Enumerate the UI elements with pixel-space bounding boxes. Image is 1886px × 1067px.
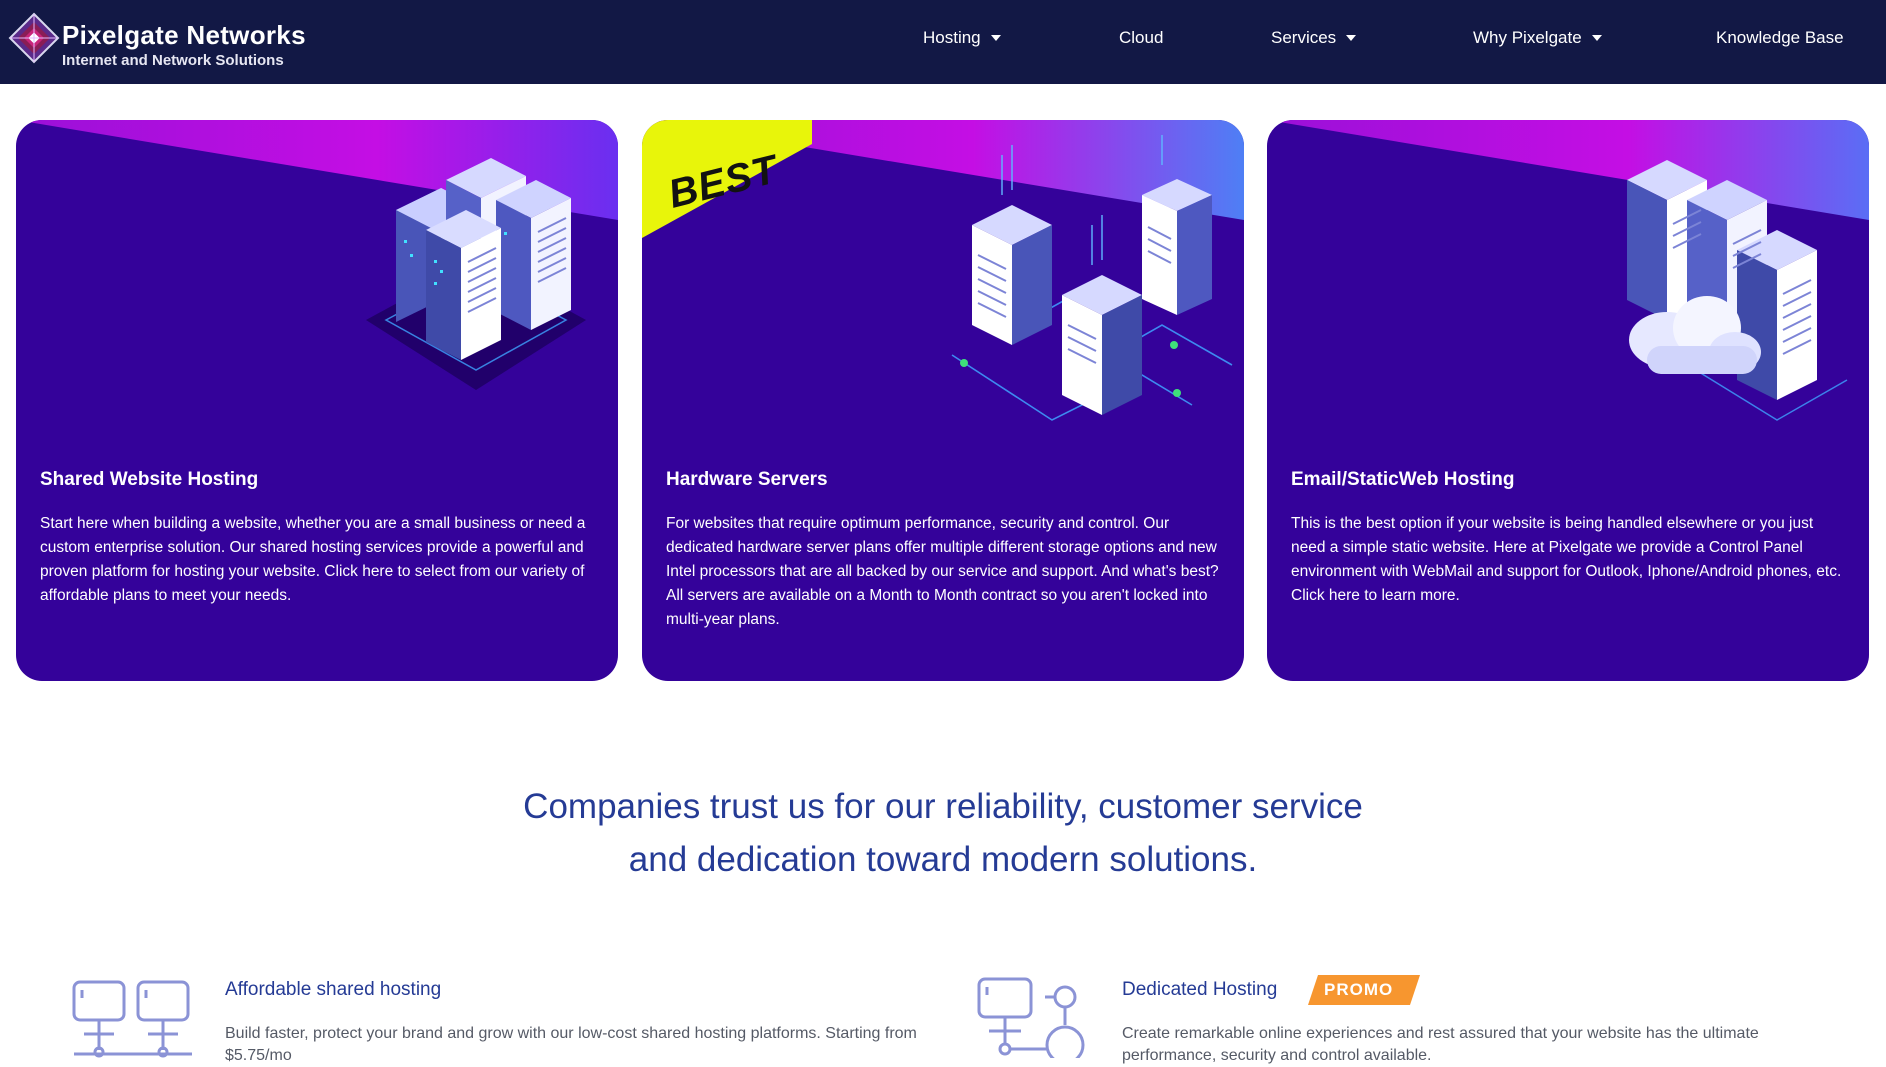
nav-why-pixelgate[interactable]: Why Pixelgate — [1473, 28, 1602, 48]
nav-why-pixelgate-label: Why Pixelgate — [1473, 28, 1582, 47]
monitor-connections-icon — [977, 977, 1085, 1058]
nav-services[interactable]: Services — [1271, 28, 1357, 48]
site-header: Pixelgate Networks Internet and Network … — [0, 0, 1886, 84]
brand-title: Pixelgate Networks — [62, 20, 306, 50]
feature-description: Create remarkable online experiences and… — [1122, 1025, 1759, 1064]
card-title: Shared Website Hosting — [40, 469, 259, 490]
server-cluster-icon — [366, 158, 586, 390]
cloud-server-icon — [1627, 160, 1848, 421]
feature-title[interactable]: Dedicated Hosting — [1122, 979, 1277, 1001]
diamond-pixel-logo-icon — [8, 12, 60, 64]
nav-knowledge-base[interactable]: Knowledge Base — [1716, 28, 1844, 48]
site-logo[interactable]: Pixelgate Networks Internet and Network … — [8, 10, 328, 72]
card-description: For websites that require optimum perfor… — [666, 515, 1219, 628]
feature-title[interactable]: Affordable shared hosting — [225, 979, 441, 1001]
promo-badge: PROMO — [1324, 980, 1394, 999]
nav-cloud-label: Cloud — [1119, 28, 1164, 47]
card-title: Email/StaticWeb Hosting — [1291, 469, 1515, 490]
nav-services-label: Services — [1271, 28, 1337, 47]
card-description: Start here when building a website, whet… — [40, 515, 586, 604]
brand-subtitle: Internet and Network Solutions — [62, 52, 284, 69]
nav-knowledge-base-label: Knowledge Base — [1716, 28, 1844, 47]
feature-description: Build faster, protect your brand and gro… — [225, 1025, 917, 1064]
trust-heading: Companies trust us for our reliability, … — [400, 780, 1486, 886]
trust-heading-line1: Companies trust us for our reliability, … — [523, 787, 1363, 826]
nav-hosting-label: Hosting — [923, 28, 981, 47]
monitors-network-icon — [72, 980, 192, 1058]
card-hardware-servers[interactable]: BEST Hardware Servers For websites that … — [642, 120, 1244, 681]
trust-heading-line2: and dedication toward modern solutions. — [628, 840, 1258, 879]
card-email-static-hosting[interactable]: Email/StaticWeb Hosting This is the best… — [1267, 120, 1869, 681]
card-shared-hosting[interactable]: Shared Website Hosting Start here when b… — [16, 120, 618, 681]
nav-hosting[interactable]: Hosting — [923, 28, 1001, 48]
chevron-down-icon — [1591, 35, 1602, 41]
hardware-server-towers-icon — [951, 135, 1233, 421]
chevron-down-icon — [1346, 35, 1357, 41]
nav-cloud[interactable]: Cloud — [1119, 28, 1163, 48]
card-description: This is the best option if your website … — [1291, 515, 1842, 604]
card-title: Hardware Servers — [666, 469, 828, 490]
chevron-down-icon — [990, 35, 1001, 41]
